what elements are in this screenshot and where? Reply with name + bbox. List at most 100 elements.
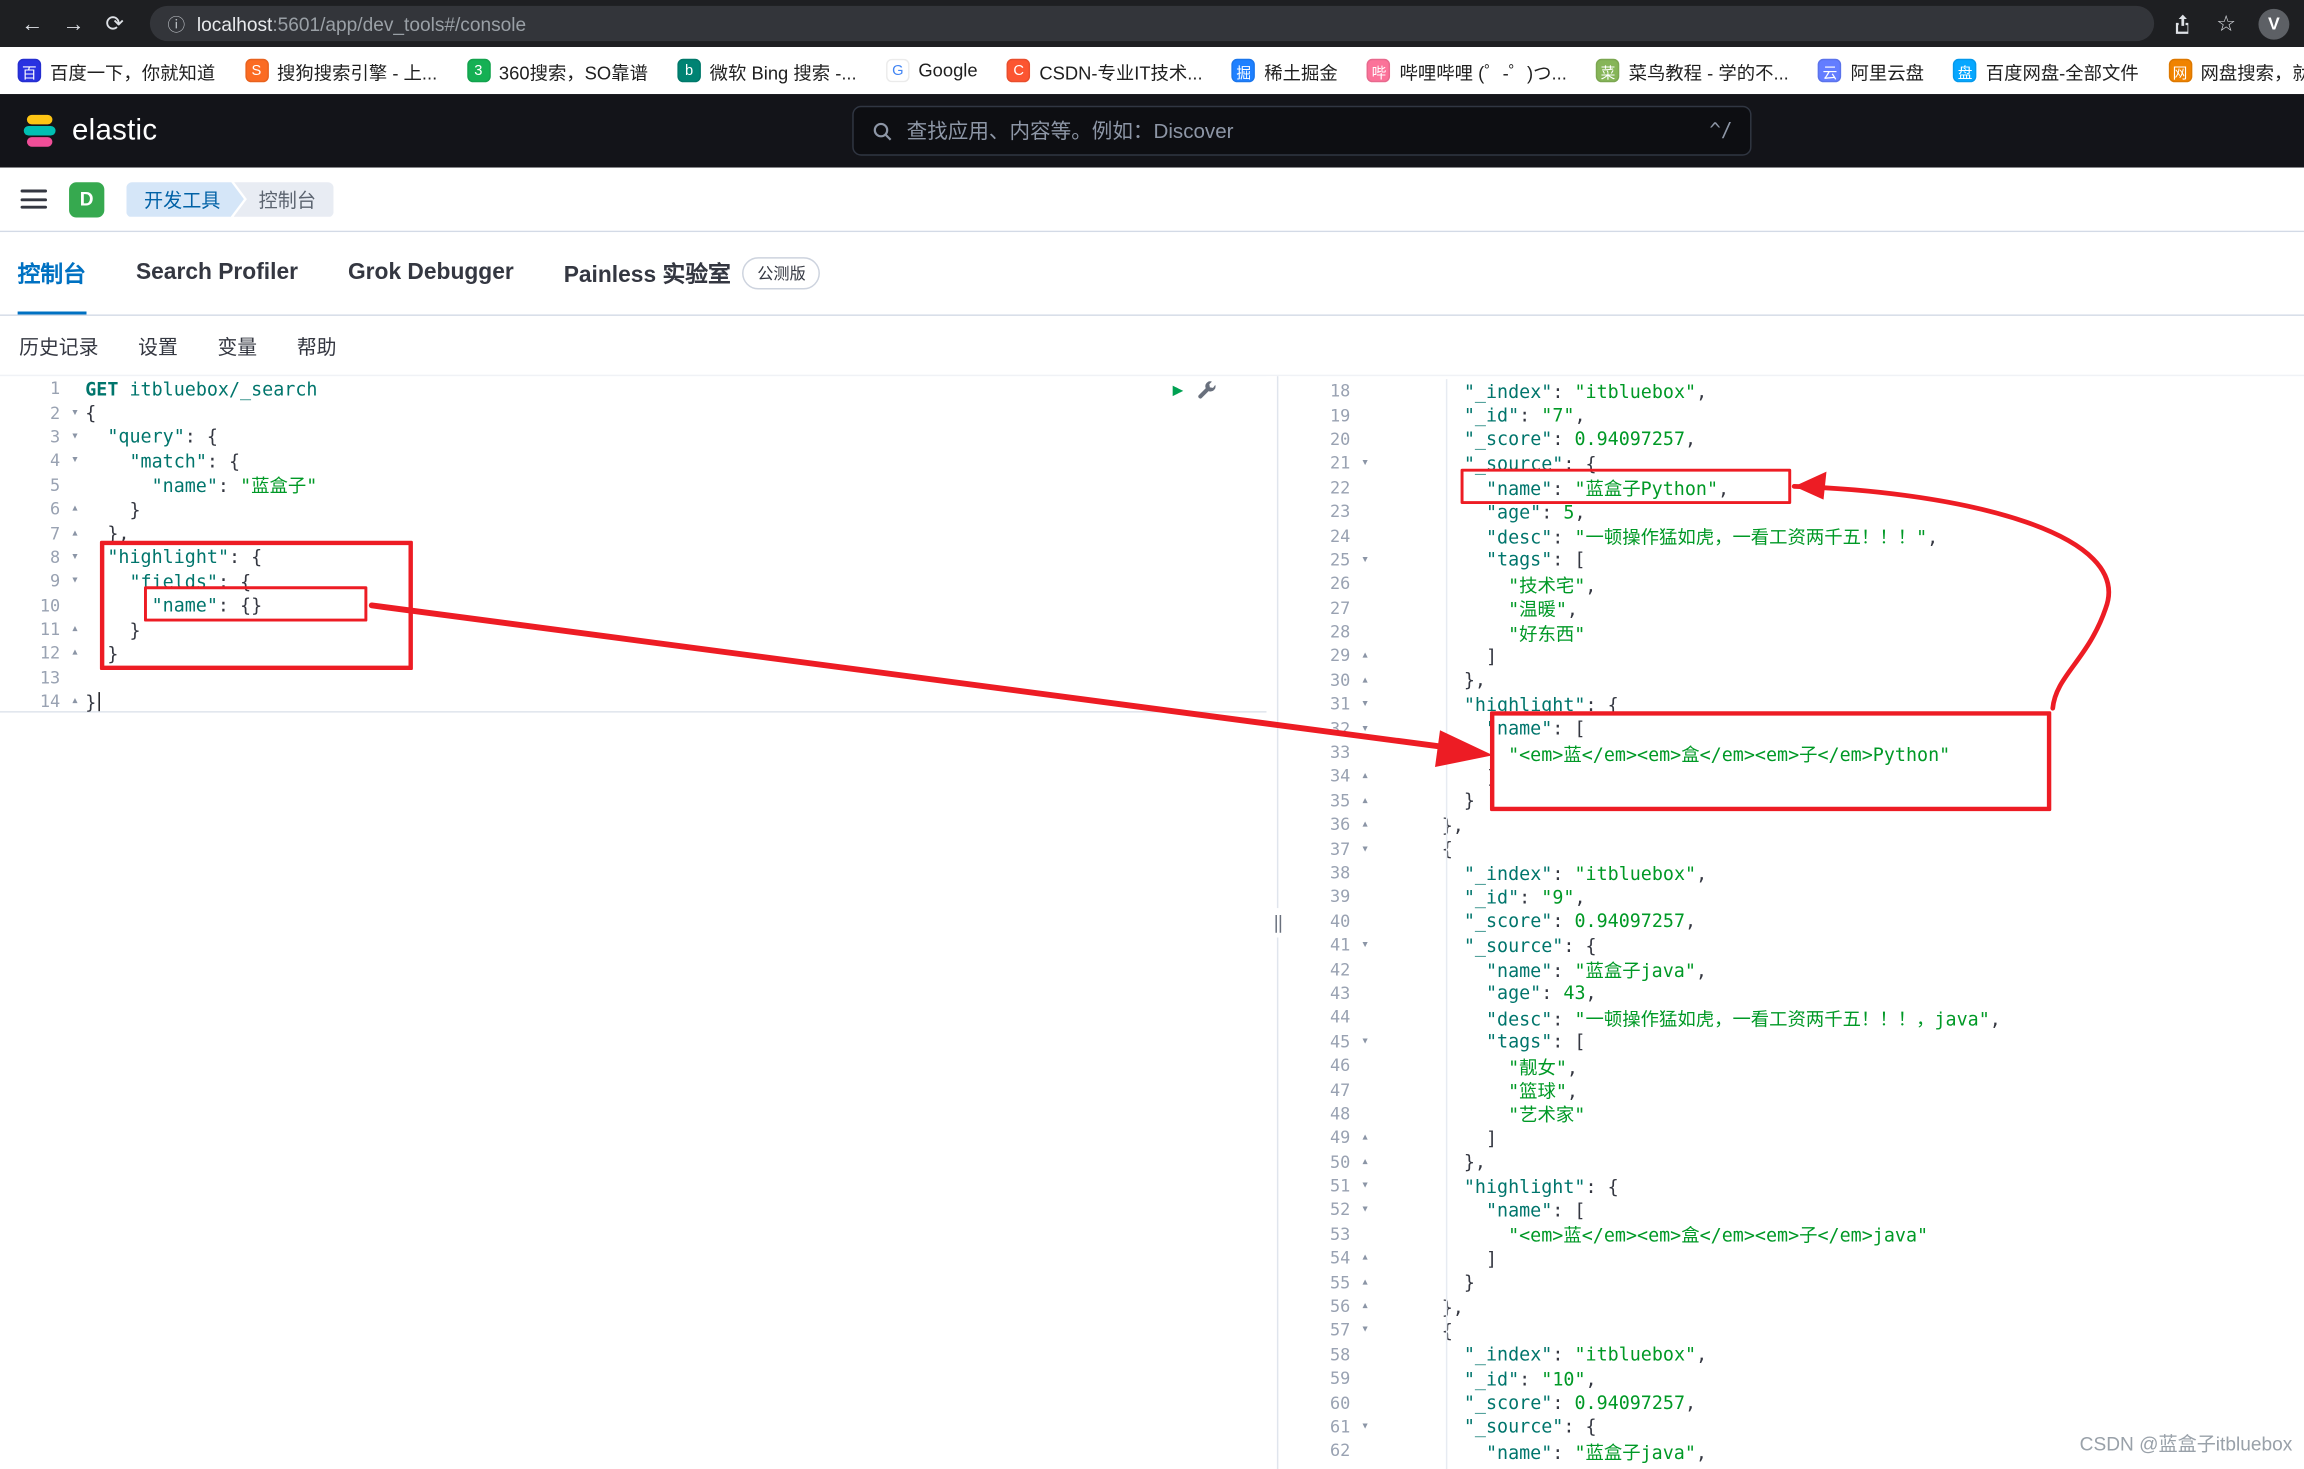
code-line[interactable]: 1GET itbluebox/_search	[0, 376, 1267, 400]
code-line[interactable]: 56▴ },	[1290, 1294, 2304, 1318]
fold-toggle-icon[interactable]: ▴	[1355, 1154, 1376, 1169]
code-line[interactable]: 28 "好东西"	[1290, 620, 2304, 644]
code-line[interactable]: 38 "_index": "itbluebox",	[1290, 861, 2304, 885]
menu-icon[interactable]	[21, 190, 47, 209]
bookmark-item[interactable]: GGoogle	[886, 59, 978, 83]
code-line[interactable]: 34▴ ]	[1290, 764, 2304, 788]
send-request-icon[interactable]: ▶	[1173, 381, 1184, 399]
bookmark-item[interactable]: 3360搜索，SO靠谱	[467, 57, 648, 85]
fold-toggle-icon[interactable]: ▴	[1355, 769, 1376, 784]
fold-toggle-icon[interactable]: ▾	[1355, 1203, 1376, 1218]
reload-icon[interactable]: ⟳	[97, 10, 132, 36]
fold-toggle-icon[interactable]: ▾	[1355, 456, 1376, 471]
code-line[interactable]: 21▾ "_source": {	[1290, 451, 2304, 475]
console-menu-item[interactable]: 变量	[217, 331, 257, 360]
bookmark-item[interactable]: 云阿里云盘	[1818, 57, 1924, 85]
bookmark-item[interactable]: 哔哔哩哔哩 (゜-゜)つ...	[1367, 57, 1567, 85]
fold-toggle-icon[interactable]: ▴	[1355, 1299, 1376, 1314]
bookmark-item[interactable]: 百百度一下，你就知道	[18, 57, 216, 85]
code-line[interactable]: 37▾ {	[1290, 837, 2304, 861]
code-line[interactable]: 35▴ }	[1290, 789, 2304, 813]
fold-toggle-icon[interactable]: ▾	[65, 429, 86, 444]
fold-toggle-icon[interactable]: ▾	[65, 405, 86, 420]
url-bar[interactable]: ⓘ localhost:5601/app/dev_tools#/console	[150, 6, 2154, 41]
code-line[interactable]: 8▾ "highlight": {	[0, 545, 1267, 569]
code-line[interactable]: 48 "艺术家"	[1290, 1102, 2304, 1126]
code-line[interactable]: 13	[0, 665, 1267, 689]
fold-toggle-icon[interactable]: ▴	[65, 622, 86, 637]
fold-toggle-icon[interactable]: ▴	[65, 501, 86, 516]
tab-grok-debugger[interactable]: Grok Debugger	[348, 232, 514, 314]
fold-toggle-icon[interactable]: ▾	[1355, 552, 1376, 567]
bookmark-item[interactable]: 盘百度网盘-全部文件	[1953, 57, 2138, 85]
console-menu-item[interactable]: 设置	[138, 331, 178, 360]
code-line[interactable]: 40 "_score": 0.94097257,	[1290, 909, 2304, 933]
code-line[interactable]: 39 "_id": "9",	[1290, 885, 2304, 909]
bookmark-star-icon[interactable]: ☆	[2209, 10, 2244, 36]
bookmark-item[interactable]: S搜狗搜索引擎 - 上...	[245, 57, 438, 85]
code-line[interactable]: 19 "_id": "7",	[1290, 403, 2304, 427]
code-line[interactable]: 51▾ "highlight": {	[1290, 1174, 2304, 1198]
code-line[interactable]: 25▾ "tags": [	[1290, 548, 2304, 572]
code-line[interactable]: 30▴ },	[1290, 668, 2304, 692]
space-badge[interactable]: D	[69, 181, 104, 216]
console-menu-item[interactable]: 帮助	[297, 331, 337, 360]
code-line[interactable]: 5 "name": "蓝盒子"	[0, 473, 1267, 497]
code-line[interactable]: 41▾ "_source": {	[1290, 933, 2304, 957]
forward-icon[interactable]: →	[56, 11, 91, 36]
fold-toggle-icon[interactable]: ▾	[1355, 841, 1376, 856]
code-line[interactable]: 50▴ },	[1290, 1150, 2304, 1174]
code-line[interactable]: 52▾ "name": [	[1290, 1198, 2304, 1222]
console-menu-item[interactable]: 历史记录	[19, 331, 98, 360]
code-line[interactable]: 54▴ ]	[1290, 1246, 2304, 1270]
code-line[interactable]: 60 "_score": 0.94097257,	[1290, 1391, 2304, 1415]
fold-toggle-icon[interactable]: ▴	[1355, 793, 1376, 808]
code-line[interactable]: 4▾ "match": {	[0, 448, 1267, 472]
code-line[interactable]: 14▴}	[0, 689, 1267, 713]
code-line[interactable]: 57▾ {	[1290, 1318, 2304, 1342]
elastic-brand[interactable]: elastic	[21, 112, 158, 150]
code-line[interactable]: 26 "技术宅",	[1290, 572, 2304, 596]
bookmark-item[interactable]: 掘稀土掘金	[1232, 57, 1338, 85]
code-line[interactable]: 47 "篮球",	[1290, 1078, 2304, 1102]
tab-控制台[interactable]: 控制台	[18, 232, 86, 314]
fold-toggle-icon[interactable]: ▴	[65, 694, 86, 709]
fold-toggle-icon[interactable]: ▴	[1355, 1251, 1376, 1266]
code-line[interactable]: 59 "_id": "10",	[1290, 1367, 2304, 1391]
fold-toggle-icon[interactable]: ▾	[1355, 1419, 1376, 1434]
fold-toggle-icon[interactable]: ▴	[1355, 673, 1376, 688]
code-line[interactable]: 36▴ },	[1290, 813, 2304, 837]
code-line[interactable]: 23 "age": 5,	[1290, 500, 2304, 524]
wrench-icon[interactable]	[1196, 378, 1218, 400]
code-line[interactable]: 42 "name": "蓝盒子java",	[1290, 957, 2304, 981]
breadcrumb-current[interactable]: 控制台	[234, 181, 334, 216]
code-line[interactable]: 18 "_index": "itbluebox",	[1290, 379, 2304, 403]
fold-toggle-icon[interactable]: ▴	[65, 646, 86, 661]
code-line[interactable]: 58 "_index": "itbluebox",	[1290, 1342, 2304, 1366]
code-line[interactable]: 2▾{	[0, 400, 1267, 424]
fold-toggle-icon[interactable]: ▾	[1355, 1323, 1376, 1338]
browser-profile-avatar[interactable]: V	[2258, 8, 2289, 39]
fold-toggle-icon[interactable]: ▾	[1355, 721, 1376, 736]
resize-grip-icon[interactable]: ‖	[1267, 908, 1291, 937]
fold-toggle-icon[interactable]: ▾	[65, 453, 86, 468]
code-line[interactable]: 45▾ "tags": [	[1290, 1029, 2304, 1053]
global-search-input[interactable]: 查找应用、内容等。例如：Discover ^/	[852, 106, 1751, 156]
code-line[interactable]: 24 "desc": "一顿操作猛如虎，一看工资两千五！！！",	[1290, 524, 2304, 548]
code-line[interactable]: 49▴ ]	[1290, 1126, 2304, 1150]
breadcrumb-root[interactable]: 开发工具	[126, 181, 244, 216]
code-line[interactable]: 9▾ "fields": {	[0, 569, 1267, 593]
request-editor[interactable]: 1GET itbluebox/_search2▾{3▾ "query": {4▾…	[0, 376, 1267, 1469]
code-line[interactable]: 31▾ "highlight": {	[1290, 692, 2304, 716]
code-line[interactable]: 3▾ "query": {	[0, 424, 1267, 448]
code-line[interactable]: 53 "<em>蓝</em><em>盒</em><em>子</em>java"	[1290, 1222, 2304, 1246]
code-line[interactable]: 33 "<em>蓝</em><em>盒</em><em>子</em>Python…	[1290, 740, 2304, 764]
fold-toggle-icon[interactable]: ▾	[65, 549, 86, 564]
fold-toggle-icon[interactable]: ▾	[1355, 697, 1376, 712]
code-line[interactable]: 6▴ }	[0, 497, 1267, 521]
code-line[interactable]: 46 "靓女",	[1290, 1053, 2304, 1077]
fold-toggle-icon[interactable]: ▴	[1355, 649, 1376, 664]
code-line[interactable]: 11▴ }	[0, 617, 1267, 641]
share-icon[interactable]	[2172, 12, 2194, 34]
panel-resizer[interactable]: ‖	[1267, 376, 1291, 1469]
